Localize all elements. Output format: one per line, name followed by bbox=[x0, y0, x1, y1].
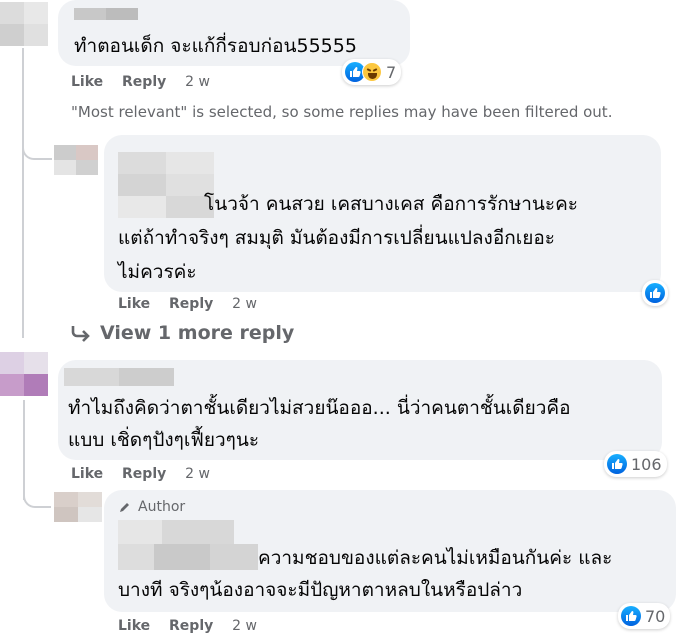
view-more-replies-label: View 1 more reply bbox=[100, 322, 295, 344]
commenter-name[interactable] bbox=[118, 520, 258, 570]
comment-text: แบบ เชิ่ดๆปังๆเฟี้ยวๆนะ bbox=[68, 429, 260, 451]
author-badge-label: Author bbox=[138, 499, 186, 515]
like-link[interactable]: Like bbox=[118, 296, 150, 312]
commenter-name[interactable] bbox=[118, 152, 214, 218]
like-icon bbox=[621, 606, 641, 626]
like-link[interactable]: Like bbox=[118, 618, 150, 634]
like-link[interactable]: Like bbox=[71, 466, 103, 482]
reaction-count: 106 bbox=[631, 454, 662, 474]
like-icon bbox=[645, 283, 665, 303]
commenter-name[interactable] bbox=[74, 8, 138, 20]
pencil-icon bbox=[120, 503, 129, 512]
comment-actions: Like Reply 2 w bbox=[71, 466, 224, 482]
timestamp[interactable]: 2 w bbox=[185, 466, 210, 482]
reaction-count: 7 bbox=[386, 62, 397, 82]
timestamp[interactable]: 2 w bbox=[185, 74, 210, 90]
comment-actions: Like Reply 2 w bbox=[118, 618, 271, 634]
comment-text: ไม่ควรค่ะ bbox=[118, 261, 197, 283]
avatar[interactable] bbox=[0, 2, 48, 46]
reply-link[interactable]: Reply bbox=[122, 466, 166, 482]
comment-actions: Like Reply 2 w bbox=[71, 74, 224, 90]
comment-text: ทำไมถึงคิดว่าตาชั้นเดียวไม่สวยน๊อออ... น… bbox=[68, 397, 571, 419]
reply-link[interactable]: Reply bbox=[122, 74, 166, 90]
comment-text: แต่ถ้าทำจริงๆ สมมุติ มันต้องมีการเปลี่ยน… bbox=[118, 227, 555, 249]
comment-text: บางที จริงๆน้องอาจจะมีปัญหาตาหลบในหรือปล… bbox=[118, 579, 523, 601]
author-badge: Author bbox=[118, 499, 185, 515]
comment-text: โนวจ้า คนสวย เคสบางเคส คือการรักษานะคะ bbox=[204, 193, 578, 215]
view-more-replies-link[interactable]: View 1 more reply bbox=[70, 322, 294, 344]
comment-actions: Like Reply 2 w bbox=[118, 296, 271, 312]
reply-link[interactable]: Reply bbox=[169, 618, 213, 634]
reaction-summary[interactable]: 70 bbox=[618, 603, 671, 629]
reaction-summary[interactable]: 7 bbox=[342, 59, 402, 85]
thread-connector bbox=[22, 130, 52, 160]
like-link[interactable]: Like bbox=[71, 74, 103, 90]
reaction-summary[interactable] bbox=[642, 280, 668, 306]
avatar[interactable] bbox=[54, 492, 102, 522]
timestamp[interactable]: 2 w bbox=[232, 296, 257, 312]
avatar[interactable] bbox=[0, 352, 48, 396]
commenter-name[interactable] bbox=[64, 368, 174, 386]
reaction-summary[interactable]: 106 bbox=[604, 451, 667, 477]
thread-connector bbox=[23, 480, 51, 508]
thread-line bbox=[22, 48, 24, 338]
comment-text: ความชอบของแต่ละคนไม่เหมือนกันค่ะ และ bbox=[258, 547, 613, 569]
like-icon bbox=[607, 454, 627, 474]
filter-notice: "Most relevant" is selected, so some rep… bbox=[71, 103, 613, 121]
reply-link[interactable]: Reply bbox=[169, 296, 213, 312]
reaction-count: 70 bbox=[645, 606, 666, 626]
haha-icon bbox=[362, 62, 382, 82]
reply-arrow-icon bbox=[71, 326, 90, 342]
comment-text: ทำตอนเด็ก จะแก้กี่รอบก่อน55555 bbox=[74, 35, 357, 57]
timestamp[interactable]: 2 w bbox=[232, 618, 257, 634]
avatar[interactable] bbox=[54, 145, 98, 175]
